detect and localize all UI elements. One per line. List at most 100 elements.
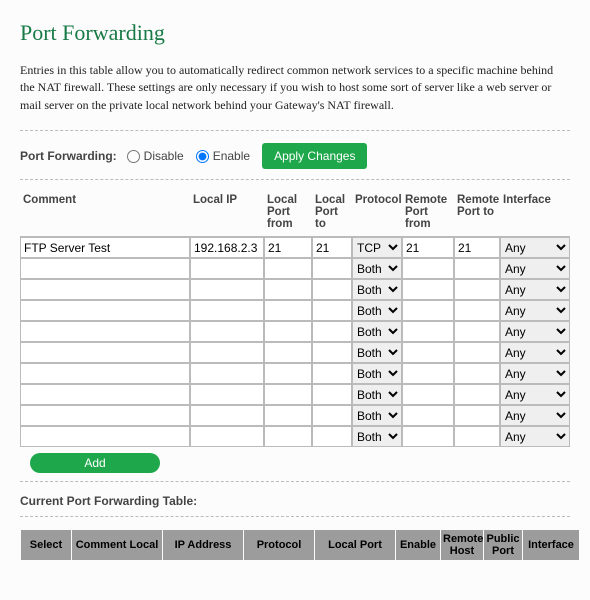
local-ip-input[interactable] (190, 237, 264, 258)
local-port-to-input[interactable] (312, 342, 352, 363)
local-port-to-input[interactable] (312, 405, 352, 426)
port-forwarding-toggle: Port Forwarding: Disable Enable Apply Ch… (20, 143, 570, 169)
remote-port-to-input[interactable] (454, 279, 500, 300)
local-port-from-input[interactable] (264, 321, 312, 342)
remote-port-to-input[interactable] (454, 426, 500, 447)
interface-select[interactable]: Any (500, 258, 570, 279)
comment-input[interactable] (20, 258, 190, 279)
local-port-to-input[interactable] (312, 237, 352, 258)
remote-port-to-input[interactable] (454, 384, 500, 405)
protocol-select[interactable]: Both (352, 426, 402, 447)
comment-input[interactable] (20, 405, 190, 426)
interface-select[interactable]: Any (500, 384, 570, 405)
local-port-from-input[interactable] (264, 300, 312, 321)
interface-select[interactable]: Any (500, 426, 570, 447)
local-ip-input[interactable] (190, 279, 264, 300)
remote-port-from-input[interactable] (402, 237, 454, 258)
enable-radio[interactable] (196, 150, 209, 163)
protocol-select[interactable]: Both (352, 342, 402, 363)
table-row: Both Any (20, 321, 570, 342)
enable-label: Enable (213, 149, 250, 163)
protocol-select[interactable]: Both (352, 258, 402, 279)
remote-port-from-input[interactable] (402, 363, 454, 384)
disable-label: Disable (144, 149, 184, 163)
interface-select[interactable]: Any (500, 405, 570, 426)
local-ip-input[interactable] (190, 258, 264, 279)
remote-port-to-input[interactable] (454, 258, 500, 279)
remote-port-to-input[interactable] (454, 300, 500, 321)
local-ip-input[interactable] (190, 342, 264, 363)
local-ip-input[interactable] (190, 321, 264, 342)
local-port-to-input[interactable] (312, 279, 352, 300)
remote-port-to-input[interactable] (454, 321, 500, 342)
local-ip-input[interactable] (190, 300, 264, 321)
remote-port-from-input[interactable] (402, 384, 454, 405)
remote-port-from-input[interactable] (402, 258, 454, 279)
divider (20, 481, 570, 482)
local-port-from-input[interactable] (264, 384, 312, 405)
protocol-select[interactable]: Both (352, 321, 402, 342)
comment-input[interactable] (20, 321, 190, 342)
disable-radio[interactable] (127, 150, 140, 163)
protocol-select[interactable]: TCP (352, 237, 402, 258)
add-button[interactable]: Add (30, 453, 160, 473)
comment-input[interactable] (20, 237, 190, 258)
local-port-to-input[interactable] (312, 426, 352, 447)
local-port-to-input[interactable] (312, 321, 352, 342)
local-port-from-input[interactable] (264, 426, 312, 447)
remote-port-to-input[interactable] (454, 237, 500, 258)
disable-option[interactable]: Disable (127, 149, 184, 163)
remote-port-from-input[interactable] (402, 300, 454, 321)
remote-port-from-input[interactable] (402, 426, 454, 447)
protocol-select[interactable]: Both (352, 363, 402, 384)
local-port-from-input[interactable] (264, 237, 312, 258)
comment-input[interactable] (20, 384, 190, 405)
interface-select[interactable]: Any (500, 342, 570, 363)
apply-changes-button[interactable]: Apply Changes (262, 143, 367, 169)
local-port-from-input[interactable] (264, 279, 312, 300)
remote-port-to-input[interactable] (454, 363, 500, 384)
sub-th-comment: Comment Local (72, 530, 162, 560)
current-forwarding-table: Select Comment Local IP Address Protocol… (20, 529, 580, 561)
sub-th-interface: Interface (523, 530, 579, 560)
interface-select[interactable]: Any (500, 321, 570, 342)
interface-select[interactable]: Any (500, 279, 570, 300)
table-row: Both Any (20, 384, 570, 405)
local-port-from-input[interactable] (264, 258, 312, 279)
local-ip-input[interactable] (190, 405, 264, 426)
current-table-title: Current Port Forwarding Table: (20, 494, 570, 508)
local-port-to-input[interactable] (312, 384, 352, 405)
protocol-select[interactable]: Both (352, 279, 402, 300)
comment-input[interactable] (20, 300, 190, 321)
protocol-select[interactable]: Both (352, 384, 402, 405)
local-ip-input[interactable] (190, 363, 264, 384)
remote-port-from-input[interactable] (402, 405, 454, 426)
local-ip-input[interactable] (190, 384, 264, 405)
local-port-from-input[interactable] (264, 405, 312, 426)
protocol-select[interactable]: Both (352, 405, 402, 426)
enable-option[interactable]: Enable (196, 149, 250, 163)
comment-input[interactable] (20, 426, 190, 447)
sub-th-ip: IP Address (163, 530, 243, 560)
local-ip-input[interactable] (190, 426, 264, 447)
protocol-select[interactable]: Both (352, 300, 402, 321)
interface-select[interactable]: Any (500, 363, 570, 384)
local-port-to-input[interactable] (312, 300, 352, 321)
remote-port-to-input[interactable] (454, 342, 500, 363)
remote-port-from-input[interactable] (402, 321, 454, 342)
sub-th-enable: Enable (396, 530, 440, 560)
remote-port-from-input[interactable] (402, 279, 454, 300)
remote-port-to-input[interactable] (454, 405, 500, 426)
comment-input[interactable] (20, 363, 190, 384)
local-port-to-input[interactable] (312, 363, 352, 384)
th-comment: Comment (20, 192, 190, 237)
sub-th-remote-host: Remote Host (441, 530, 483, 560)
local-port-from-input[interactable] (264, 342, 312, 363)
interface-select[interactable]: Any (500, 237, 570, 258)
remote-port-from-input[interactable] (402, 342, 454, 363)
comment-input[interactable] (20, 342, 190, 363)
comment-input[interactable] (20, 279, 190, 300)
interface-select[interactable]: Any (500, 300, 570, 321)
local-port-to-input[interactable] (312, 258, 352, 279)
local-port-from-input[interactable] (264, 363, 312, 384)
